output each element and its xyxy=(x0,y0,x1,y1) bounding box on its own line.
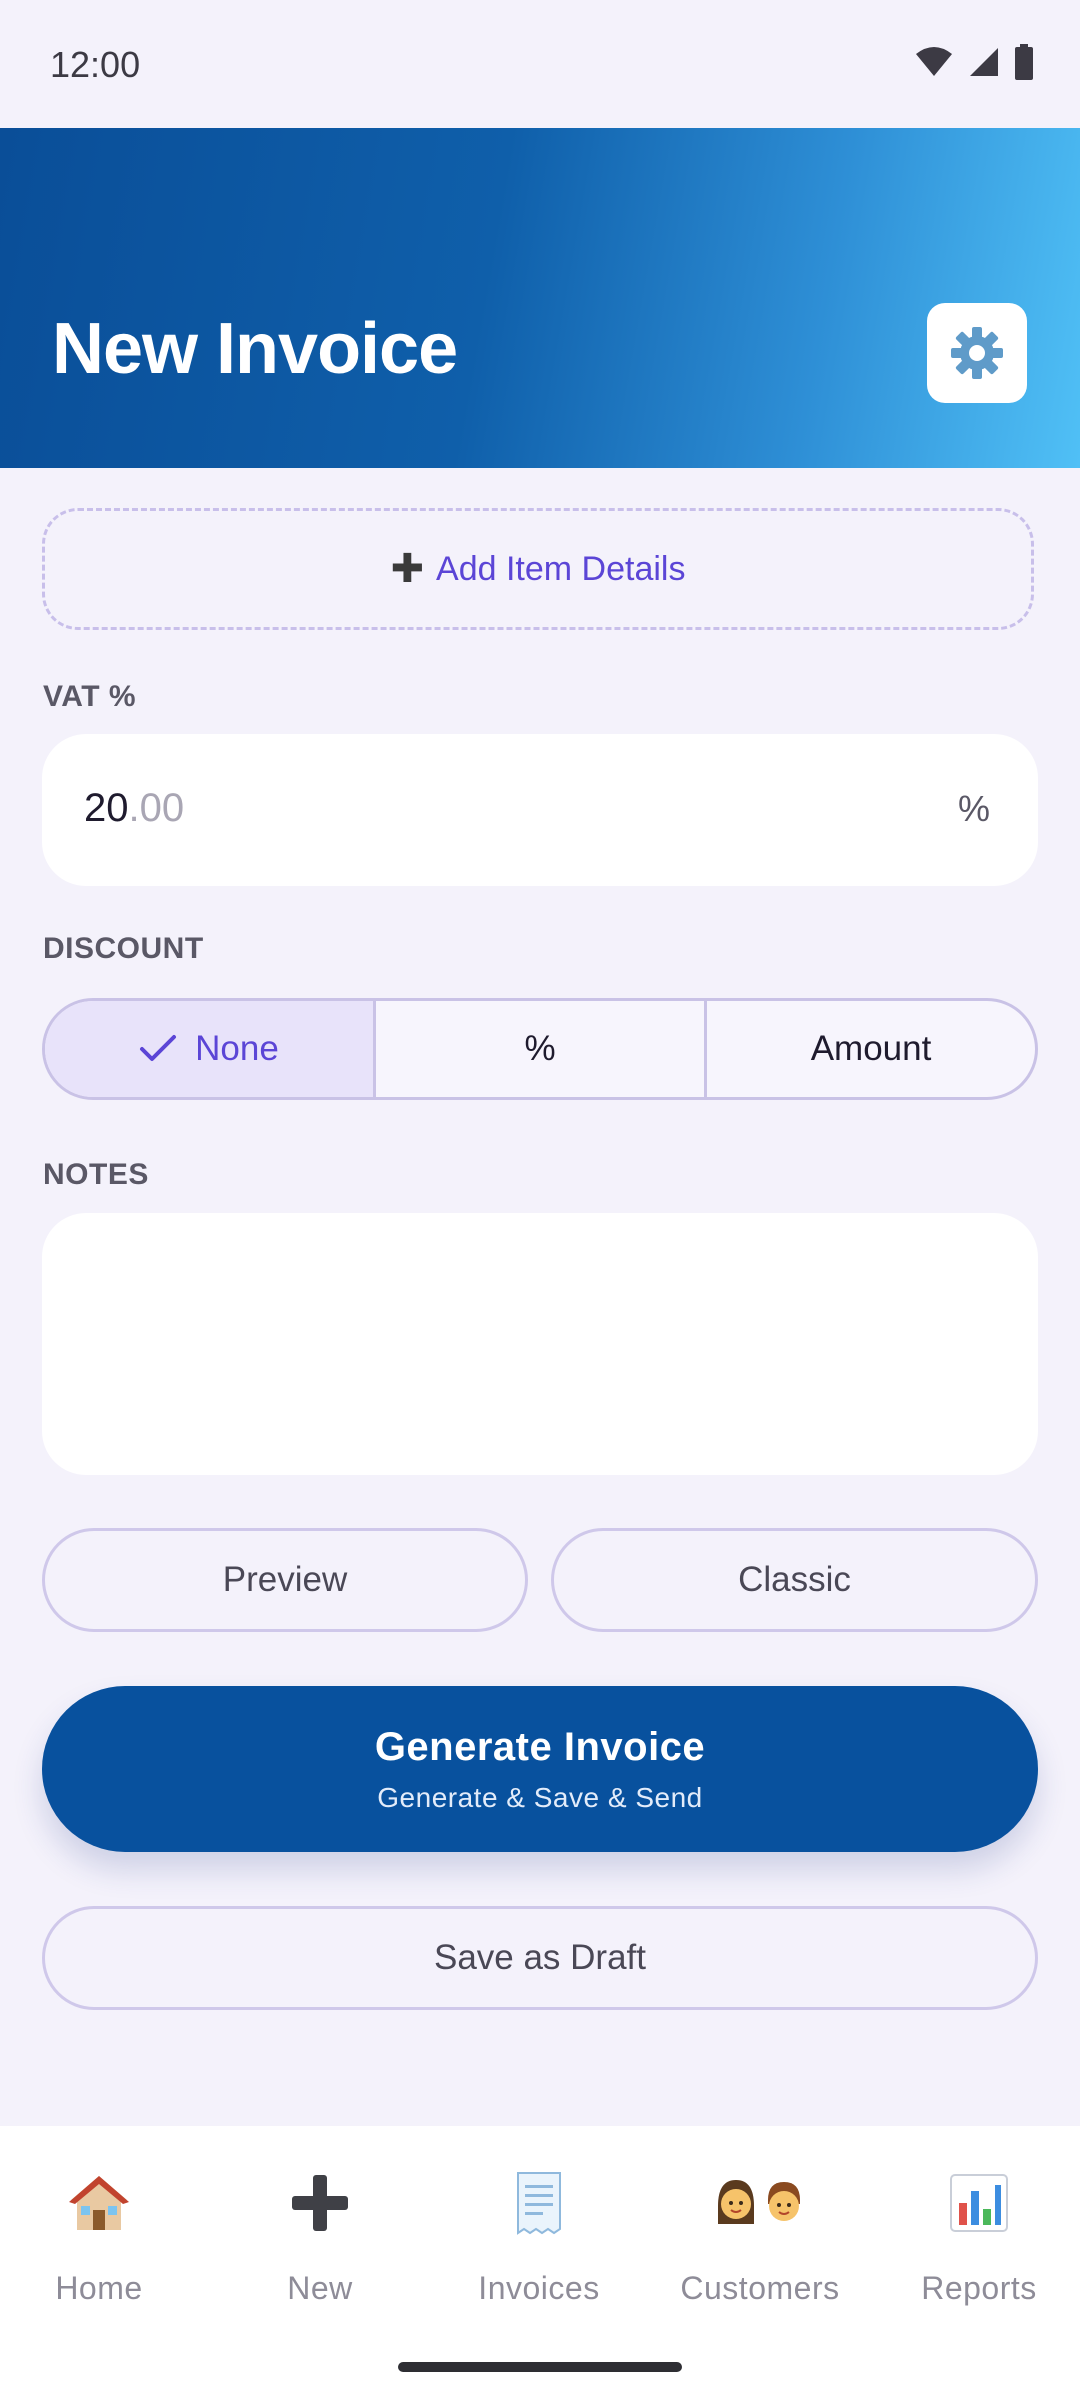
receipt-icon xyxy=(514,2168,564,2238)
status-time: 12:00 xyxy=(50,44,141,85)
vat-label: VAT % xyxy=(43,680,137,713)
template-label: Classic xyxy=(738,1560,851,1599)
nav-label: Reports xyxy=(921,2270,1037,2306)
home-indicator[interactable] xyxy=(398,2362,682,2372)
discount-option-label: None xyxy=(195,1029,279,1068)
discount-option-label: % xyxy=(524,1029,556,1068)
battery-icon xyxy=(1015,44,1033,80)
people-icon xyxy=(714,2168,806,2238)
check-icon xyxy=(140,1035,177,1061)
house-icon xyxy=(67,2168,131,2238)
status-icons xyxy=(914,44,1034,80)
nav-item-new[interactable]: New xyxy=(215,2168,425,2307)
nav-item-reports[interactable]: Reports xyxy=(874,2168,1080,2307)
vat-value-int: 20 xyxy=(84,786,129,830)
save-draft-button[interactable]: Save as Draft xyxy=(42,1906,1038,2010)
vat-input[interactable]: 20.00 % xyxy=(42,734,1038,886)
add-item-details-button[interactable]: ✚ Add Item Details xyxy=(42,508,1034,630)
generate-invoice-button[interactable]: Generate Invoice Generate & Save & Send xyxy=(42,1686,1038,1852)
nav-label: Home xyxy=(55,2270,143,2306)
vat-value-placeholder: .00 xyxy=(128,786,185,830)
discount-label: DISCOUNT xyxy=(43,932,204,965)
discount-option-none[interactable]: None xyxy=(45,1001,373,1097)
generate-subtitle: Generate & Save & Send xyxy=(377,1781,703,1813)
nav-item-customers[interactable]: Customers xyxy=(655,2168,865,2307)
discount-option-label: Amount xyxy=(810,1029,932,1068)
preview-label: Preview xyxy=(222,1560,348,1599)
bottom-navigation: Home New Invoices Customers Reports xyxy=(0,2126,1080,2400)
nav-item-home[interactable]: Home xyxy=(0,2168,204,2307)
nav-label: Customers xyxy=(680,2270,840,2306)
generate-title: Generate Invoice xyxy=(374,1724,706,1769)
add-item-label: Add Item Details xyxy=(436,549,686,588)
plus-icon: ✚ xyxy=(390,547,425,591)
app-header: New Invoice xyxy=(0,128,1080,468)
status-bar: 12:00 xyxy=(0,0,1080,128)
save-draft-label: Save as Draft xyxy=(433,1938,647,1977)
discount-segmented-control: None % Amount xyxy=(42,998,1038,1100)
vat-suffix: % xyxy=(957,788,990,829)
template-button[interactable]: Classic xyxy=(551,1528,1038,1632)
bar-chart-icon xyxy=(949,2168,1009,2238)
nav-label: New xyxy=(287,2270,353,2306)
settings-button[interactable] xyxy=(927,303,1027,403)
discount-option-percent[interactable]: % xyxy=(373,1001,704,1097)
page-title: New Invoice xyxy=(52,309,458,389)
signal-icon xyxy=(970,48,998,76)
nav-item-invoices[interactable]: Invoices xyxy=(434,2168,644,2307)
plus-icon xyxy=(290,2168,350,2238)
nav-label: Invoices xyxy=(478,2270,600,2306)
vat-value: 20.00 xyxy=(84,786,184,831)
wifi-icon xyxy=(916,47,952,76)
preview-button[interactable]: Preview xyxy=(42,1528,528,1632)
notes-label: NOTES xyxy=(43,1158,149,1191)
discount-option-amount[interactable]: Amount xyxy=(704,1001,1035,1097)
gear-icon xyxy=(951,327,1003,379)
notes-textarea[interactable] xyxy=(42,1213,1038,1475)
